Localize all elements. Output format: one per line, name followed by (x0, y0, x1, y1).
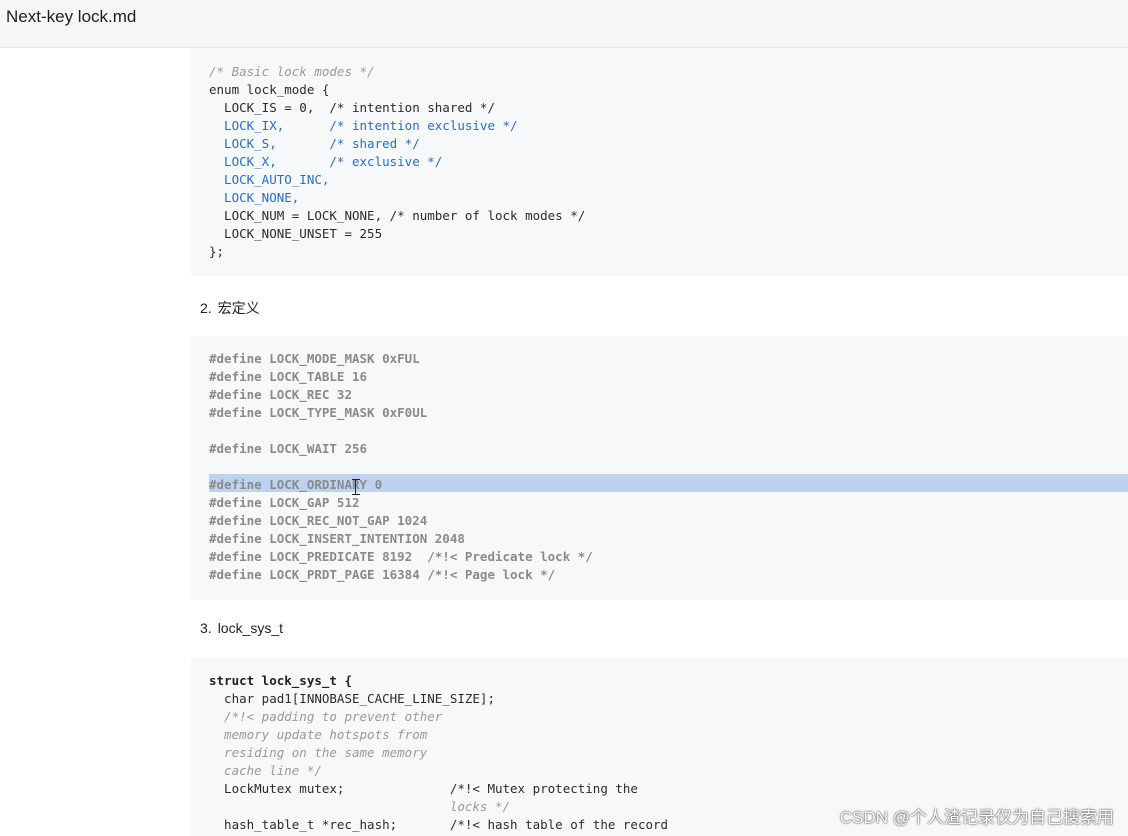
code-line: LOCK_IX, /* intention exclusive */ (209, 118, 518, 133)
code-line: #define LOCK_GAP 512 (209, 495, 360, 510)
code-line: #define LOCK_TYPE_MASK 0xF0UL (209, 405, 428, 420)
watermark: CSDN @个人渣记录仅为自己搜索用 (839, 808, 1114, 827)
code-line: #define LOCK_TABLE 16 (209, 369, 368, 384)
code-line: enum lock_mode { (209, 82, 330, 97)
code-line: #define LOCK_MODE_MASK 0xFUL (209, 351, 420, 366)
code-line: LOCK_NONE_UNSET = 255 (209, 226, 383, 241)
code-line: LOCK_S, /* shared */ (209, 136, 420, 151)
title-bar: Next-key lock.md (0, 0, 1128, 48)
heading-text: lock_sys_t (217, 620, 284, 636)
code-line: LOCK_IS = 0, /* intention shared */ (209, 100, 495, 115)
code-block-lock-mode[interactable]: /* Basic lock modes */ enum lock_mode { … (191, 48, 1128, 276)
code-line: hash_table_t *rec_hash; /*!< hash table … (209, 817, 669, 832)
code-line: }; (209, 244, 225, 259)
code-line: /* Basic lock modes */ (209, 64, 375, 79)
code-line: struct lock_sys_t { (209, 673, 352, 688)
code-line: LOCK_AUTO_INC, (209, 172, 330, 187)
code-line: #define LOCK_REC_NOT_GAP 1024 (209, 513, 428, 528)
heading-text: 宏定义 (217, 300, 260, 316)
code-line: LOCK_NONE, (209, 190, 300, 205)
text-cursor-icon (352, 479, 360, 495)
code-line: LOCK_NUM = LOCK_NONE, /* number of lock … (209, 208, 586, 223)
code-line: cache line */ (209, 763, 322, 778)
code-line: LockMutex mutex; /*!< Mutex protecting t… (209, 781, 638, 796)
code-line: #define LOCK_PRDT_PAGE 16384 /*!< Page l… (209, 567, 556, 582)
code-line: locks */ (209, 799, 511, 814)
heading-number: 2. (200, 300, 212, 316)
code-line: residing on the same memory (209, 745, 428, 760)
code-line: LOCK_X, /* exclusive */ (209, 154, 443, 169)
heading-number: 3. (200, 620, 212, 636)
code-line: /*!< padding to prevent other (209, 709, 443, 724)
document-title: Next-key lock.md (6, 7, 137, 26)
code-line: #define LOCK_WAIT 256 (209, 441, 368, 456)
code-line: #define LOCK_INSERT_INTENTION 2048 (209, 531, 465, 546)
code-line: #define LOCK_PREDICATE 8192 /*!< Predica… (209, 549, 593, 564)
code-line: #define LOCK_REC 32 (209, 387, 352, 402)
code-block-defines[interactable]: #define LOCK_MODE_MASK 0xFUL #define LOC… (191, 336, 1128, 600)
code-line: memory update hotspots from (209, 727, 428, 742)
code-line: char pad1[INNOBASE_CACHE_LINE_SIZE]; (209, 691, 495, 706)
section-heading-macros: 2. 宏定义 (200, 298, 260, 318)
section-heading-lock-sys: 3. lock_sys_t (200, 620, 283, 636)
